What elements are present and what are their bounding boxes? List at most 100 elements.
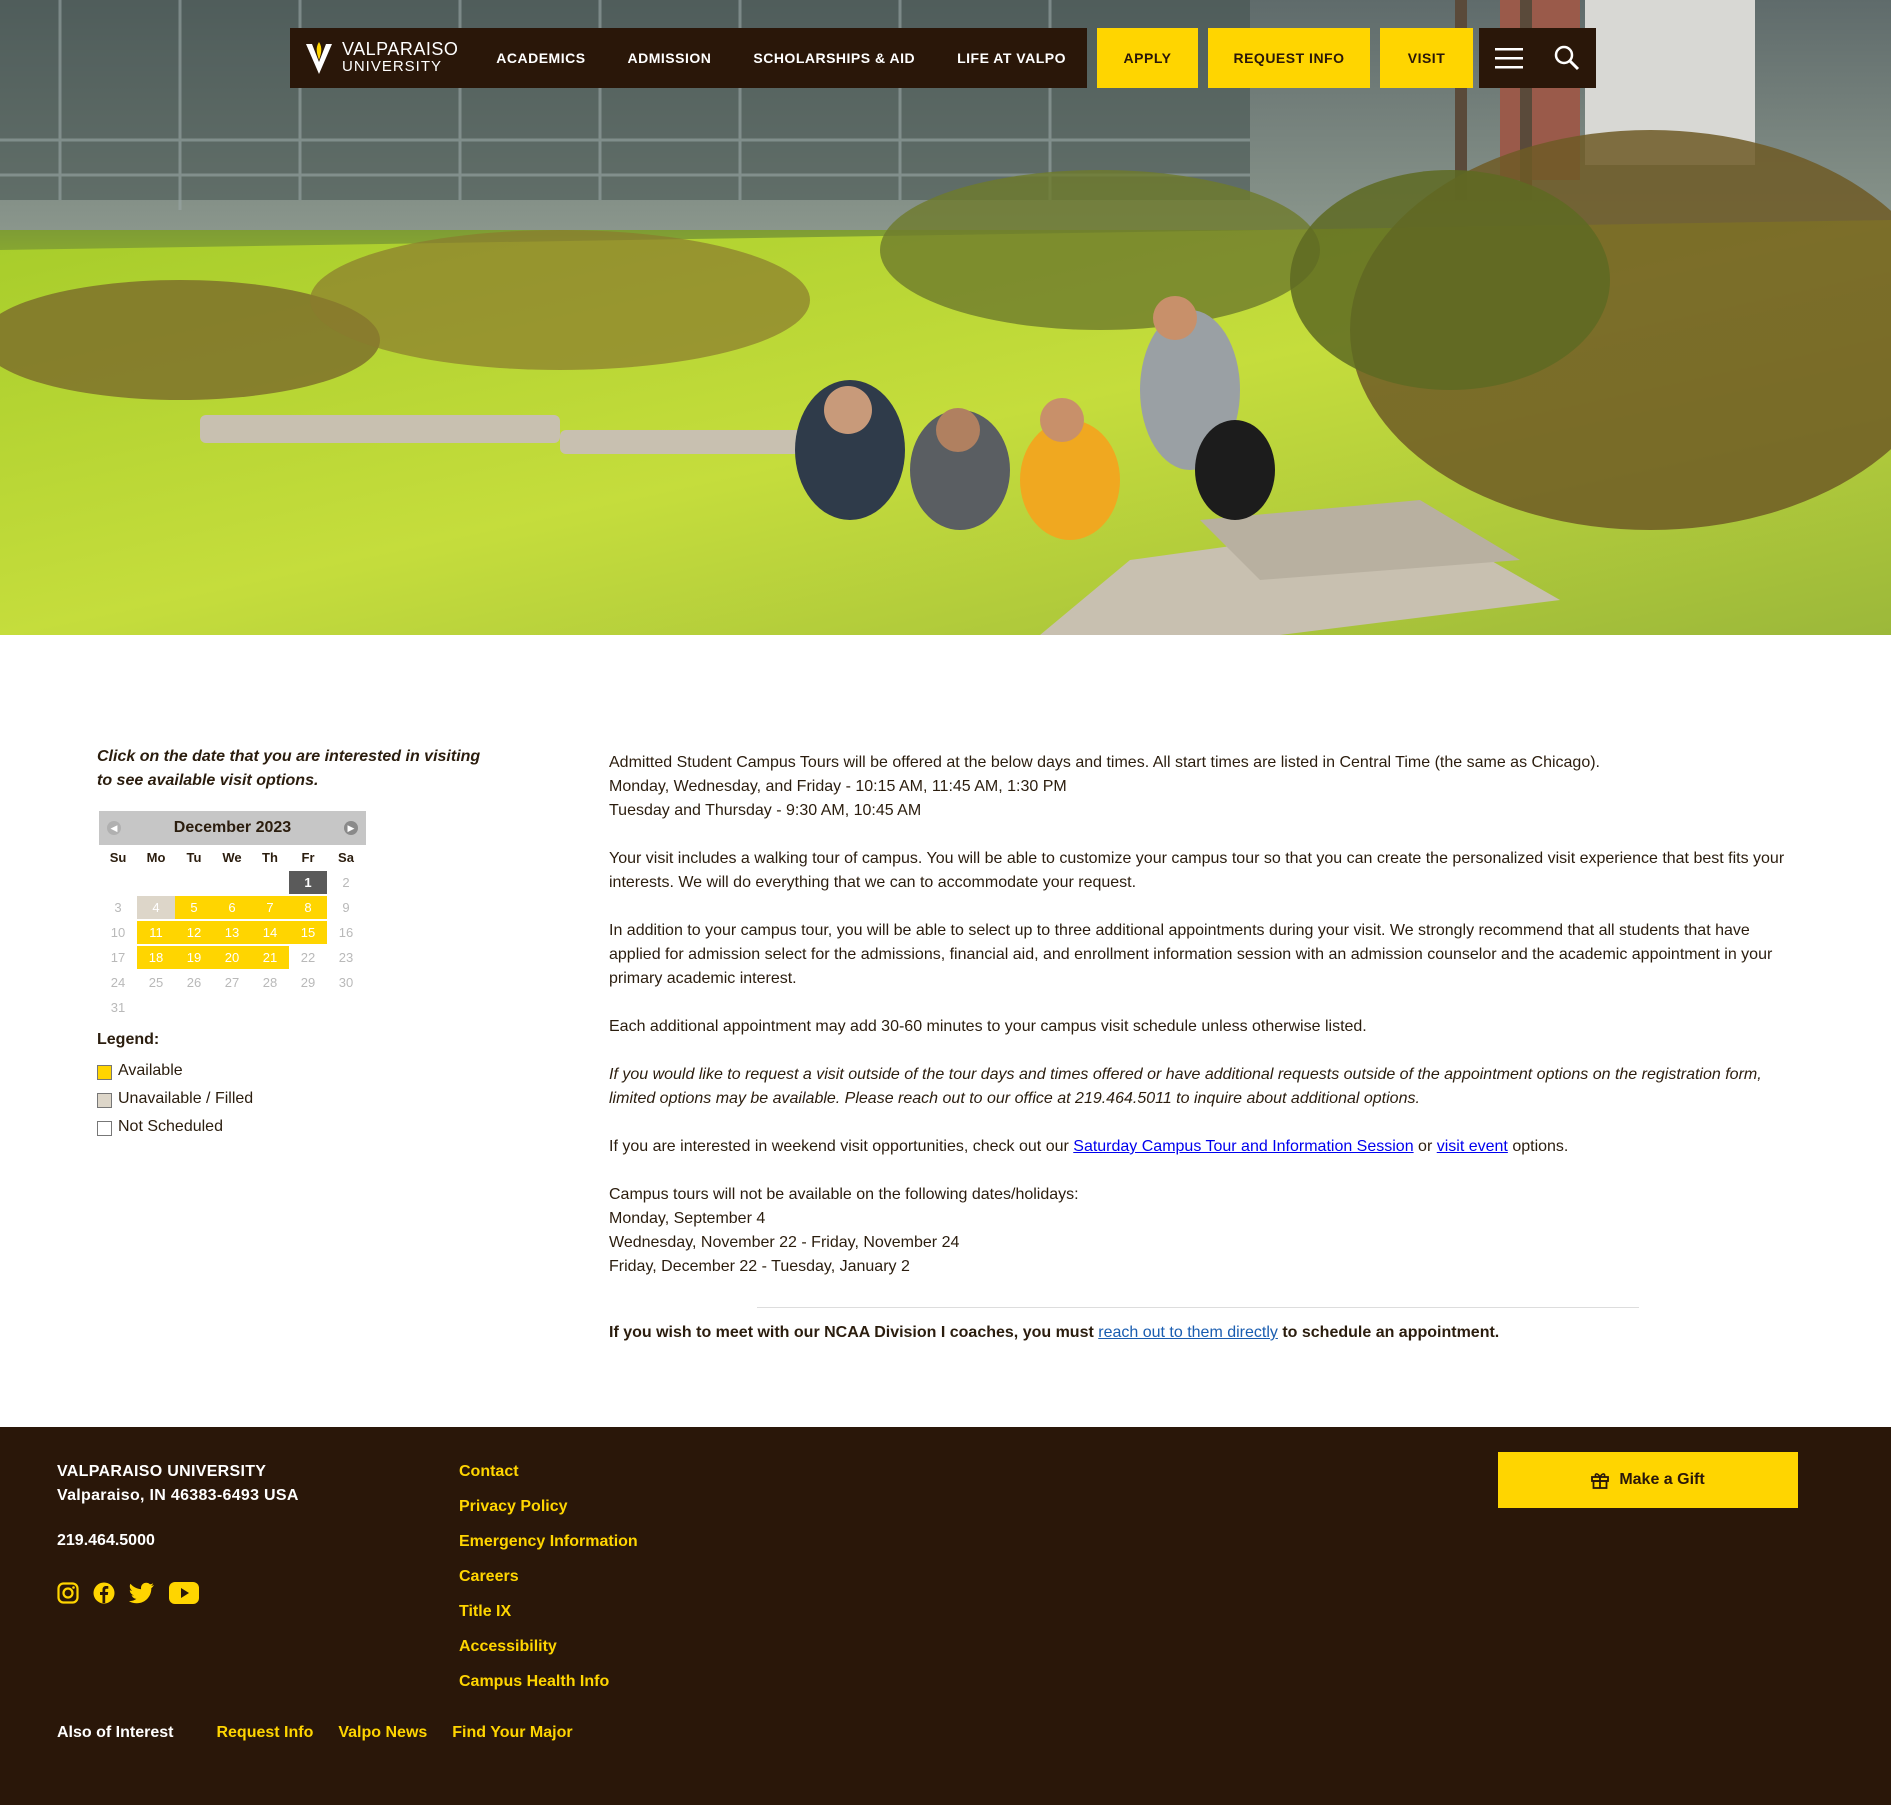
nav-admission[interactable]: ADMISSION bbox=[607, 50, 733, 66]
holiday-closures-intro: Campus tours will not be available on th… bbox=[609, 1186, 1079, 1203]
twitter-icon[interactable] bbox=[129, 1582, 155, 1604]
calendar-day: 27 bbox=[224, 975, 240, 990]
calendar-day[interactable]: 18 bbox=[137, 946, 175, 969]
calendar-day[interactable]: 11 bbox=[137, 921, 175, 944]
also-link-request-info[interactable]: Request Info bbox=[216, 1724, 313, 1742]
calendar-day[interactable]: 19 bbox=[175, 946, 213, 969]
saturday-tour-link[interactable]: Saturday Campus Tour and Information Ses… bbox=[1073, 1138, 1413, 1155]
also-link-find-your-major[interactable]: Find Your Major bbox=[452, 1724, 572, 1742]
legend-title: Legend: bbox=[97, 1031, 160, 1048]
calendar-day[interactable]: 21 bbox=[251, 946, 289, 969]
calendar-day: 28 bbox=[262, 975, 278, 990]
visit-event-link[interactable]: visit event bbox=[1437, 1138, 1508, 1155]
calendar-empty-cell bbox=[327, 996, 365, 1019]
weekend-text-pre: If you are interested in weekend visit o… bbox=[609, 1138, 1074, 1155]
calendar-day: 1 bbox=[289, 871, 327, 894]
legend-item-available: Available bbox=[97, 1057, 253, 1085]
request-info-button[interactable]: REQUEST INFO bbox=[1208, 28, 1370, 88]
divider bbox=[757, 1307, 1639, 1308]
legend-swatch bbox=[97, 1065, 112, 1080]
logo-line-2: UNIVERSITY bbox=[342, 58, 443, 75]
facebook-icon[interactable] bbox=[93, 1582, 115, 1604]
site-footer: VALPARAISO UNIVERSITY Valparaiso, IN 463… bbox=[0, 1427, 1891, 1805]
make-a-gift-button[interactable]: Make a Gift bbox=[1498, 1452, 1798, 1508]
weekday-header: Th bbox=[262, 850, 278, 865]
tour-schedule-tth: Tuesday and Thursday - 9:30 AM, 10:45 AM bbox=[609, 802, 922, 819]
torch-logo-icon bbox=[306, 42, 332, 74]
legend-label: Not Scheduled bbox=[118, 1118, 223, 1135]
footer-link-title-ix[interactable]: Title IX bbox=[459, 1600, 638, 1635]
also-link-valpo-news[interactable]: Valpo News bbox=[338, 1724, 427, 1742]
footer-street-address: Valparaiso, IN 46383-6493 USA bbox=[57, 1487, 299, 1504]
legend-label: Unavailable / Filled bbox=[118, 1090, 254, 1107]
legend-label: Available bbox=[118, 1062, 183, 1079]
calendar-header: ◀ December 2023 ▶ bbox=[99, 811, 366, 845]
calendar-day: 23 bbox=[338, 950, 354, 965]
footer-link-campus-health[interactable]: Campus Health Info bbox=[459, 1670, 638, 1705]
weekday-header: Mo bbox=[146, 850, 166, 865]
nav-scholarships-aid[interactable]: SCHOLARSHIPS & AID bbox=[732, 50, 936, 66]
calendar-day: 9 bbox=[342, 900, 350, 915]
visit-button[interactable]: VISIT bbox=[1380, 28, 1473, 88]
calendar-day[interactable]: 14 bbox=[251, 921, 289, 944]
holiday-date: Friday, December 22 - Tuesday, January 2 bbox=[609, 1258, 910, 1275]
next-month-icon[interactable]: ▶ bbox=[343, 821, 358, 835]
holiday-closures: Campus tours will not be available on th… bbox=[609, 1183, 1794, 1279]
calendar-day[interactable]: 7 bbox=[251, 896, 289, 919]
legend-item-unavailable: Unavailable / Filled bbox=[97, 1085, 253, 1113]
main-navigation: VALPARAISO UNIVERSITY ACADEMICS ADMISSIO… bbox=[290, 28, 1596, 88]
footer-org-name: VALPARAISO UNIVERSITY bbox=[57, 1463, 267, 1480]
calendar-day[interactable]: 20 bbox=[213, 946, 251, 969]
calendar-day: 10 bbox=[110, 925, 126, 940]
calendar-empty-cell bbox=[213, 871, 251, 894]
legend-swatch bbox=[97, 1121, 112, 1136]
search-icon[interactable] bbox=[1554, 45, 1580, 71]
calendar-day[interactable]: 5 bbox=[175, 896, 213, 919]
also-of-interest: Also of Interest Request Info Valpo News… bbox=[57, 1724, 598, 1742]
special-requests-paragraph: If you would like to request a visit out… bbox=[609, 1066, 1762, 1107]
calendar-empty-cell bbox=[137, 871, 175, 894]
visit-calendar: ◀ December 2023 ▶ Su Mo Tu We Th Fr Sa 1 2 3 4 5 6 7 8… bbox=[99, 811, 366, 1020]
nav-academics[interactable]: ACADEMICS bbox=[475, 50, 606, 66]
university-logo[interactable]: VALPARAISO UNIVERSITY bbox=[290, 28, 475, 88]
gift-icon bbox=[1591, 1473, 1610, 1489]
calendar-day[interactable]: 6 bbox=[213, 896, 251, 919]
holiday-date: Monday, September 4 bbox=[609, 1210, 766, 1227]
calendar-intro: Click on the date that you are intereste… bbox=[97, 748, 481, 789]
footer-link-privacy[interactable]: Privacy Policy bbox=[459, 1495, 638, 1530]
legend-item-not-scheduled: Not Scheduled bbox=[97, 1113, 253, 1141]
social-links bbox=[57, 1582, 199, 1604]
calendar-day: 25 bbox=[148, 975, 164, 990]
youtube-icon[interactable] bbox=[169, 1582, 199, 1604]
prev-month-icon[interactable]: ◀ bbox=[107, 821, 121, 835]
calendar-day[interactable]: 15 bbox=[289, 921, 327, 944]
calendar-day: 26 bbox=[186, 975, 202, 990]
footer-link-contact[interactable]: Contact bbox=[459, 1460, 638, 1495]
calendar-day[interactable]: 12 bbox=[175, 921, 213, 944]
make-a-gift-label: Make a Gift bbox=[1619, 1471, 1705, 1488]
weekday-header: Fr bbox=[301, 850, 315, 865]
apply-button[interactable]: APPLY bbox=[1097, 28, 1198, 88]
footer-link-emergency[interactable]: Emergency Information bbox=[459, 1530, 638, 1565]
footer-phone[interactable]: 219.464.5000 bbox=[57, 1532, 155, 1550]
calendar-day[interactable]: 8 bbox=[289, 896, 327, 919]
footer-address: VALPARAISO UNIVERSITY Valparaiso, IN 463… bbox=[57, 1460, 299, 1508]
logo-line-1: VALPARAISO bbox=[342, 39, 459, 59]
calendar-day: 17 bbox=[110, 950, 126, 965]
weekday-header: We bbox=[222, 850, 242, 865]
also-of-interest-label: Also of Interest bbox=[57, 1724, 174, 1741]
menu-icon[interactable] bbox=[1494, 47, 1523, 69]
reach-out-coaches-link[interactable]: reach out to them directly bbox=[1098, 1324, 1278, 1341]
calendar-empty-cell bbox=[289, 996, 327, 1019]
instagram-icon[interactable] bbox=[57, 1582, 79, 1604]
calendar-day: 30 bbox=[338, 975, 354, 990]
calendar-empty-cell bbox=[137, 996, 175, 1019]
calendar-day[interactable]: 13 bbox=[213, 921, 251, 944]
nav-life-at-valpo[interactable]: LIFE AT VALPO bbox=[936, 50, 1087, 66]
holiday-date: Wednesday, November 22 - Friday, Novembe… bbox=[609, 1234, 960, 1251]
calendar-empty-cell bbox=[251, 996, 289, 1019]
coaches-note: If you wish to meet with our NCAA Divisi… bbox=[609, 1324, 1499, 1342]
calendar-empty-cell bbox=[251, 871, 289, 894]
footer-link-accessibility[interactable]: Accessibility bbox=[459, 1635, 638, 1670]
footer-link-careers[interactable]: Careers bbox=[459, 1565, 638, 1600]
